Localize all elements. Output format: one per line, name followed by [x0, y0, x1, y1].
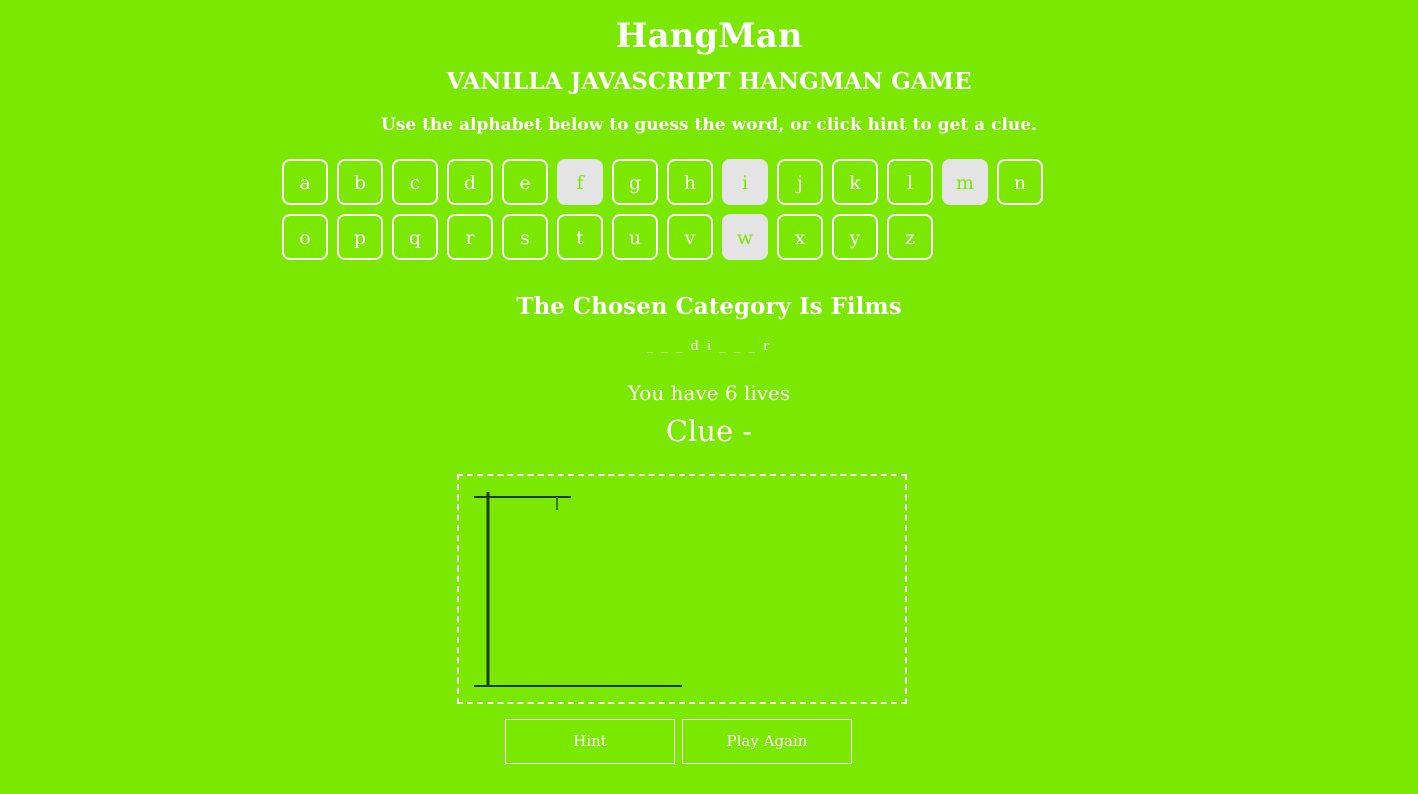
letter-key-y[interactable]: y — [832, 214, 878, 260]
letter-key-n[interactable]: n — [997, 159, 1043, 205]
letter-key-w[interactable]: w — [722, 214, 768, 260]
hint-button[interactable]: Hint — [505, 719, 675, 764]
letter-key-d[interactable]: d — [447, 159, 493, 205]
letter-key-c[interactable]: c — [392, 159, 438, 205]
hangman-canvas — [457, 474, 907, 704]
letter-key-p[interactable]: p — [337, 214, 383, 260]
letter-key-r[interactable]: r — [447, 214, 493, 260]
letter-key-q[interactable]: q — [392, 214, 438, 260]
category-heading: The Chosen Category Is Films — [516, 293, 902, 320]
word-guess: _ _ _ d i _ _ _ r — [646, 339, 772, 354]
gallows-drawing — [474, 492, 682, 687]
letter-key-t[interactable]: t — [557, 214, 603, 260]
letter-key-j[interactable]: j — [777, 159, 823, 205]
letter-key-b[interactable]: b — [337, 159, 383, 205]
letter-key-o[interactable]: o — [282, 214, 328, 260]
lives-counter: You have 6 lives — [627, 381, 791, 405]
letter-key-l[interactable]: l — [887, 159, 933, 205]
letter-key-m[interactable]: m — [942, 159, 988, 205]
letter-key-h[interactable]: h — [667, 159, 713, 205]
page-subtitle: VANILLA JAVASCRIPT HANGMAN GAME — [446, 68, 972, 95]
letter-key-f[interactable]: f — [557, 159, 603, 205]
letter-key-i[interactable]: i — [722, 159, 768, 205]
letter-key-k[interactable]: k — [832, 159, 878, 205]
letter-key-u[interactable]: u — [612, 214, 658, 260]
letter-key-x[interactable]: x — [777, 214, 823, 260]
page-title: HangMan — [615, 16, 803, 56]
letter-key-z[interactable]: z — [887, 214, 933, 260]
letter-key-e[interactable]: e — [502, 159, 548, 205]
letter-key-g[interactable]: g — [612, 159, 658, 205]
letter-key-a[interactable]: a — [282, 159, 328, 205]
clue-text: Clue - — [665, 414, 753, 448]
play-again-button[interactable]: Play Again — [682, 719, 852, 764]
letter-key-s[interactable]: s — [502, 214, 548, 260]
letter-key-v[interactable]: v — [667, 214, 713, 260]
instructions-text: Use the alphabet below to guess the word… — [380, 115, 1038, 135]
